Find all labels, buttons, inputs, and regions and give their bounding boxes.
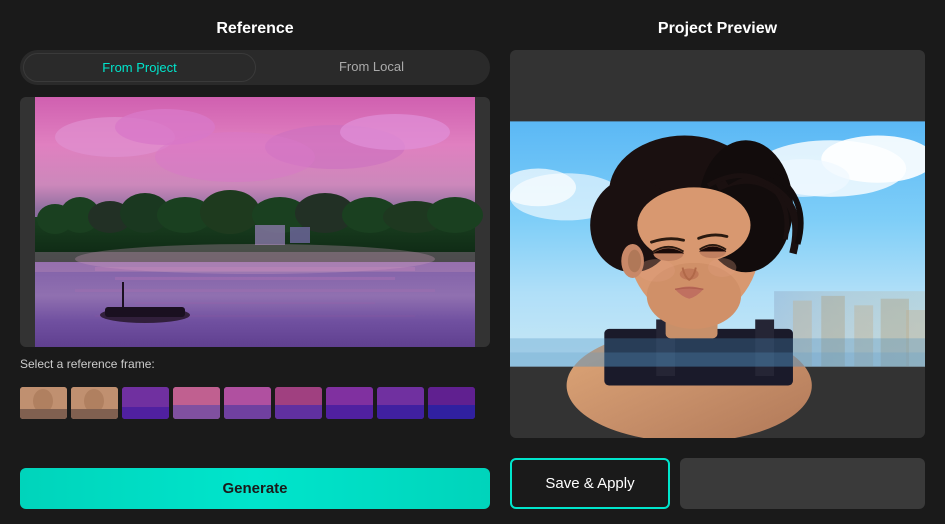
left-panel: Reference From Project From Local (20, 20, 490, 438)
reference-image (20, 97, 490, 347)
bottom-left: Generate (20, 458, 490, 509)
tab-bar: From Project From Local (20, 50, 490, 85)
project-preview-title: Project Preview (510, 20, 925, 38)
filmstrip-frame-9[interactable] (428, 387, 475, 419)
filmstrip-frame-8[interactable] (377, 387, 424, 419)
main-container: Reference From Project From Local (0, 0, 945, 448)
bottom-right: Save & Apply (510, 458, 925, 509)
reference-image-svg (20, 97, 490, 347)
reference-title: Reference (20, 20, 490, 38)
right-panel: Project Preview (510, 20, 925, 438)
export-button[interactable] (680, 458, 925, 509)
tab-from-local[interactable]: From Local (256, 53, 487, 82)
filmstrip (20, 377, 490, 419)
filmstrip-frame-7[interactable] (326, 387, 373, 419)
filmstrip-frame-5[interactable] (224, 387, 271, 419)
tab-from-project[interactable]: From Project (23, 53, 256, 82)
filmstrip-frame-2[interactable] (71, 387, 118, 419)
preview-image-svg (510, 50, 925, 438)
save-apply-button[interactable]: Save & Apply (510, 458, 670, 509)
bottom-row: Generate Save & Apply (0, 448, 945, 524)
filmstrip-frame-6[interactable] (275, 387, 322, 419)
filmstrip-frame-1[interactable] (20, 387, 67, 419)
filmstrip-frame-4[interactable] (173, 387, 220, 419)
project-preview-image (510, 50, 925, 438)
select-frame-label: Select a reference frame: (20, 357, 490, 371)
filmstrip-frame-3[interactable] (122, 387, 169, 419)
generate-button[interactable]: Generate (20, 468, 490, 509)
